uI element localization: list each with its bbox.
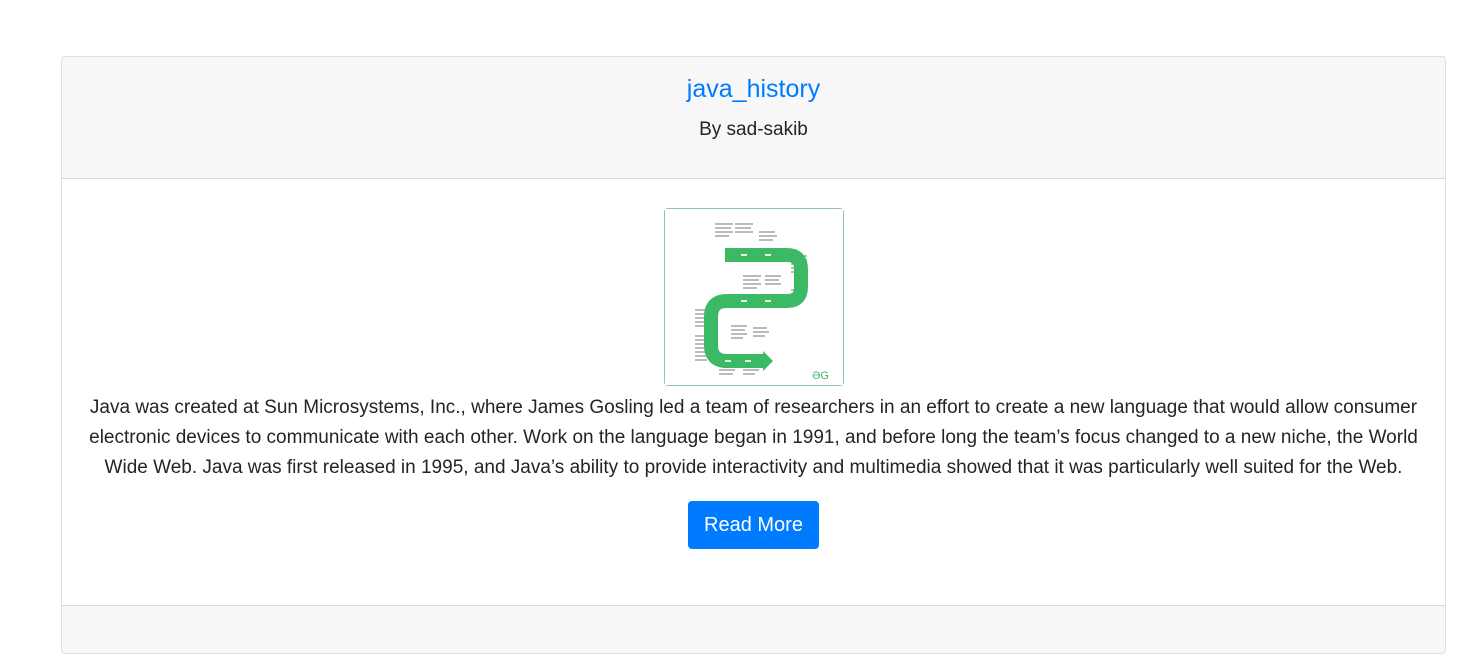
post-card: java_history By sad-sakib ƏG Java was cr… (61, 56, 1446, 654)
post-thumbnail: ƏG (663, 208, 844, 386)
card-footer (62, 605, 1445, 653)
svg-text:ƏG: ƏG (812, 370, 829, 382)
post-excerpt: Java was created at Sun Microsystems, In… (89, 397, 1418, 478)
post-author: By sad-sakib (699, 119, 808, 140)
card-header: java_history By sad-sakib (62, 57, 1445, 179)
card-body: ƏG Java was created at Sun Microsystems,… (62, 179, 1445, 605)
timeline-image: ƏG (664, 209, 843, 385)
read-more-button[interactable]: Read More (688, 501, 819, 549)
post-title-link[interactable]: java_history (687, 73, 820, 105)
